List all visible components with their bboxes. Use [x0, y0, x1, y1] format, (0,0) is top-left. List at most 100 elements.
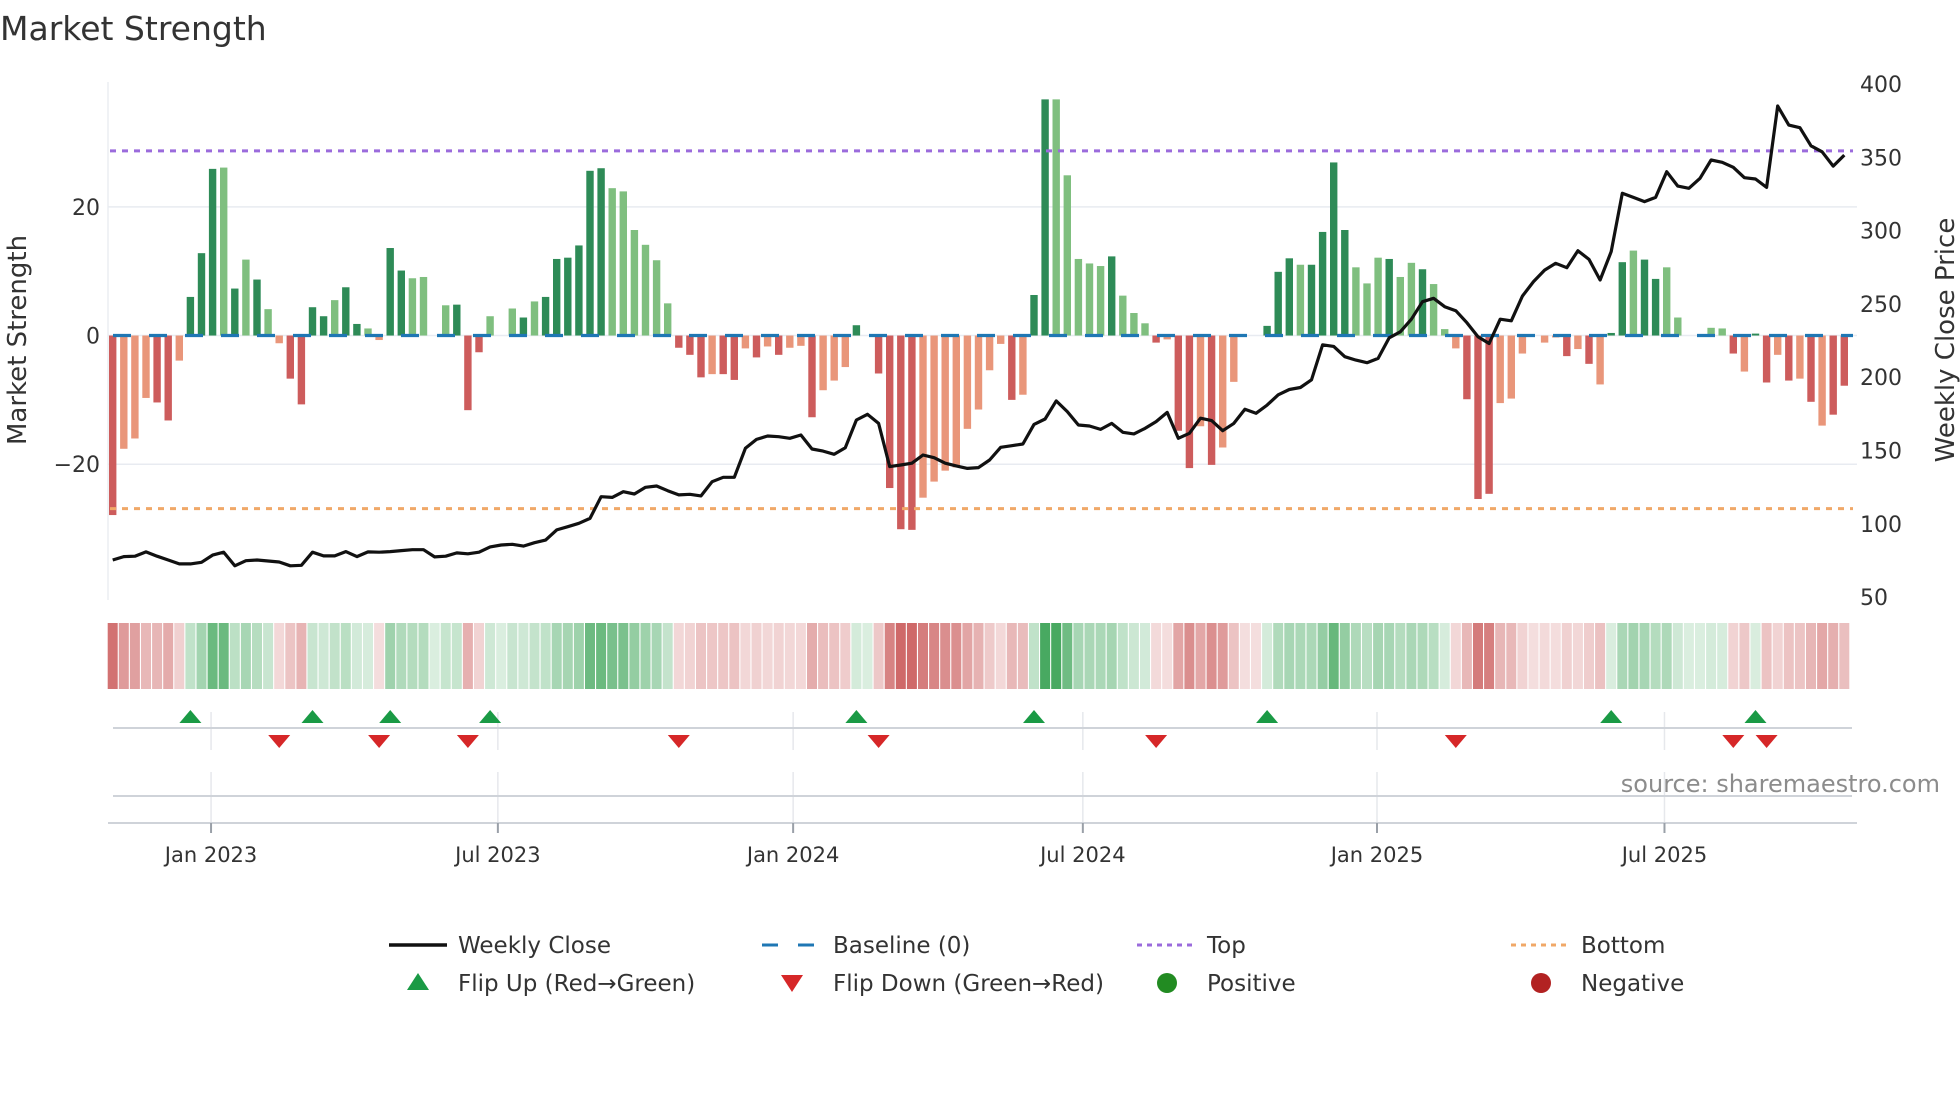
strength-bar [1585, 335, 1593, 364]
legend-triangle-down-icon [781, 975, 803, 992]
heat-cell [751, 623, 762, 689]
heat-cell [252, 623, 262, 689]
y-axis-ticks: 20 0 −20 [54, 196, 100, 478]
heat-cell [363, 623, 373, 689]
heat-cell [718, 623, 729, 689]
flip-down-marker [1145, 735, 1168, 748]
flip-down-marker [268, 735, 291, 748]
strength-bar [997, 335, 1005, 344]
flip-down-marker [1755, 735, 1778, 748]
heat-cell [1239, 623, 1250, 689]
heat-cell [540, 623, 551, 689]
heat-cell [829, 623, 840, 689]
strength-bar [952, 335, 960, 468]
strength-bar [1130, 313, 1138, 336]
heat-cell [1506, 623, 1517, 689]
strength-bar [941, 335, 949, 471]
strength-bar [231, 288, 239, 336]
heat-cell [1295, 623, 1306, 689]
heat-cell [551, 623, 562, 689]
heat-cell [1828, 623, 1839, 689]
heat-cell [1650, 623, 1661, 689]
strength-bar [586, 170, 594, 336]
heat-cell [918, 623, 928, 689]
heat-cell [1006, 623, 1017, 689]
y2-tick-label: 150 [1860, 439, 1902, 464]
strength-bar [1019, 335, 1027, 395]
heat-cell [318, 623, 329, 689]
strength-bar [308, 307, 317, 336]
strength-bar [1840, 335, 1848, 386]
strength-bar [1729, 335, 1737, 354]
chart-title: Market Strength [0, 9, 267, 48]
strength-bar [319, 316, 328, 336]
strength-bar [541, 296, 550, 336]
heat-cell [729, 623, 740, 689]
heat-cell [1040, 623, 1051, 689]
strength-bar [564, 257, 572, 336]
strength-bar [841, 335, 849, 368]
strength-bar [109, 335, 117, 516]
strength-bar [1274, 271, 1282, 336]
strength-bar [1318, 231, 1327, 336]
heat-cell [851, 623, 862, 689]
strength-bar [553, 258, 561, 336]
legend-triangle-up-icon [407, 973, 429, 990]
heat-cell [1140, 623, 1150, 689]
flip-up-marker [1256, 710, 1279, 723]
heat-cell [229, 623, 240, 689]
heat-cell [407, 623, 418, 689]
heat-cell [929, 623, 940, 689]
strength-bar [1052, 99, 1060, 336]
strength-bar [675, 335, 683, 348]
heat-cell [596, 623, 607, 689]
heat-cell [673, 623, 684, 689]
y2-axis-title: Weekly Close Price [1931, 218, 1960, 463]
heat-cell [296, 623, 307, 689]
heat-cell [474, 623, 484, 689]
heat-cell [862, 623, 873, 689]
strength-bar [630, 230, 639, 336]
heat-cell [640, 623, 651, 689]
x-tick-label: Jan 2024 [745, 843, 840, 867]
y2-tick-label: 100 [1860, 513, 1902, 538]
heat-cell [1595, 623, 1606, 689]
heat-cell [618, 623, 629, 689]
flip-up-marker [179, 710, 202, 723]
flip-up-marker [1744, 710, 1767, 723]
heat-cell [1550, 623, 1561, 689]
heat-cell [307, 623, 318, 689]
y2-tick-label: 250 [1860, 293, 1902, 318]
heat-cell [1639, 623, 1650, 689]
heat-cell [529, 623, 540, 689]
heat-cell [163, 623, 174, 689]
strength-bar [1518, 335, 1527, 354]
x-tick-label: Jan 2023 [163, 843, 258, 867]
strength-bar [408, 278, 417, 336]
y-tick-label: 20 [72, 196, 100, 221]
heat-cell [462, 623, 473, 689]
strength-bar [1574, 335, 1582, 350]
heat-cell [1672, 623, 1683, 689]
heat-cell [884, 623, 895, 689]
strength-bar [286, 335, 294, 379]
heat-cell [141, 623, 151, 689]
strength-bar [275, 335, 283, 344]
heat-cell [274, 623, 285, 689]
legend-label-flip-down-green-red: Flip Down (Green→Red) [833, 971, 1104, 997]
strength-bar [486, 316, 494, 336]
strength-bar [353, 323, 361, 336]
heat-cell [396, 623, 407, 689]
heat-cell [429, 623, 440, 689]
strength-bar [708, 335, 716, 375]
strength-bar [1818, 335, 1826, 426]
strength-bar [1307, 264, 1316, 336]
flip-up-marker [1600, 710, 1623, 723]
heat-cell [207, 623, 218, 689]
legend-circle-icon [1157, 973, 1177, 993]
heat-cell [1750, 623, 1761, 689]
y2-tick-label: 350 [1860, 146, 1902, 171]
heat-cell [340, 623, 351, 689]
x-tick-label: Jul 2024 [1038, 843, 1125, 867]
heat-cell [1251, 623, 1261, 689]
